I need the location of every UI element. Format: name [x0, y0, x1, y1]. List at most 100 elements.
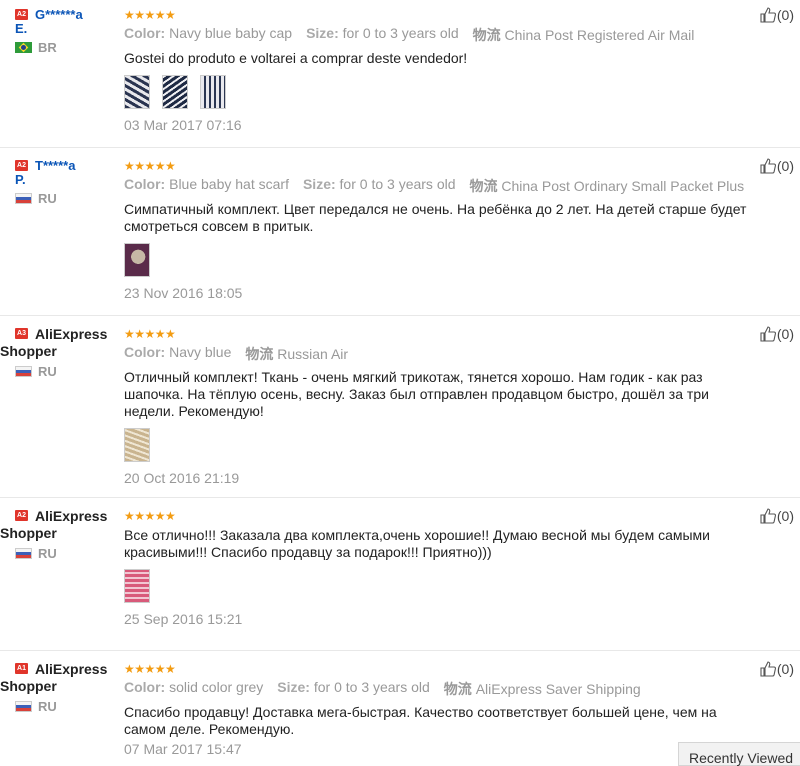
attr-label: Size:	[302, 176, 336, 192]
review-item: A2 T*****a P. RU ★★★★★ Color: Blue baby …	[0, 147, 800, 316]
star-rating: ★★★★★	[124, 159, 176, 173]
review-photo-thumbnail[interactable]	[124, 569, 150, 603]
attr-value: AliExpress Saver Shipping	[475, 681, 641, 697]
review-content: ★★★★★ Color: solid color grey Size: for …	[124, 661, 754, 757]
reviewer-name-rest[interactable]: P.	[15, 173, 125, 187]
review-photo-thumbnail[interactable]	[124, 428, 150, 462]
review-content: ★★★★★ Все отлично!!! Заказала два компле…	[124, 508, 754, 627]
review-photo-thumbnail[interactable]	[162, 75, 188, 109]
attr-value: China Post Registered Air Mail	[504, 27, 695, 43]
buyer-level-badge: A3	[15, 328, 28, 339]
attr-value: for 0 to 3 years old	[342, 25, 459, 41]
thumbs-up-icon	[760, 7, 776, 23]
helpful-count: (0)	[776, 508, 794, 524]
order-attributes: Color: Navy blue 物流 Russian Air	[124, 344, 754, 364]
review-date: 20 Oct 2016 21:19	[124, 470, 240, 486]
review-photo-thumbnail[interactable]	[200, 75, 226, 109]
review-content: ★★★★★ Color: Navy blue baby cap Size: fo…	[124, 7, 754, 133]
review-photos	[124, 75, 754, 109]
star-rating: ★★★★★	[124, 8, 176, 22]
attr-value: China Post Ordinary Small Packet Plus	[501, 178, 745, 194]
attr-label: 物流	[245, 346, 274, 362]
reviewer-info: A1 AliExpress Shopper RU	[0, 661, 125, 714]
helpful-button[interactable]: (0)	[760, 158, 794, 174]
attr-label: Size:	[306, 25, 339, 41]
thumbs-up-icon	[760, 661, 776, 677]
helpful-button[interactable]: (0)	[760, 661, 794, 677]
attr-label: Size:	[277, 679, 310, 695]
brazil-flag-icon	[15, 42, 32, 53]
order-attributes: Color: solid color grey Size: for 0 to 3…	[124, 679, 754, 699]
helpful-button[interactable]: (0)	[760, 7, 794, 23]
attr-label: Color:	[124, 25, 166, 41]
helpful-count: (0)	[776, 7, 794, 23]
thumbs-up-icon	[760, 158, 776, 174]
russia-flag-icon	[15, 548, 32, 559]
attr-value: for 0 to 3 years old	[313, 679, 430, 695]
review-text: Спасибо продавцу! Доставка мега-быстрая.…	[124, 704, 717, 737]
review-date: 23 Nov 2016 18:05	[124, 285, 243, 301]
attr-label: 物流	[472, 27, 501, 43]
country-code: RU	[38, 191, 57, 206]
review-text: Отличный комплект! Ткань - очень мягкий …	[124, 369, 709, 419]
reviewer-info: A2 G******a E. BR	[15, 7, 125, 55]
reviewer-info: A3 AliExpress Shopper RU	[0, 326, 125, 379]
helpful-count: (0)	[776, 326, 794, 342]
buyer-level-badge: A1	[15, 663, 28, 674]
russia-flag-icon	[15, 193, 32, 204]
buyer-level-badge: A2	[15, 9, 28, 20]
attr-label: Color:	[124, 679, 166, 695]
helpful-count: (0)	[776, 158, 794, 174]
attr-label: 物流	[469, 178, 498, 194]
review-text: Симпатичный комплект. Цвет передался не …	[124, 201, 747, 234]
reviewer-country: RU	[15, 191, 125, 206]
review-item: A3 AliExpress Shopper RU ★★★★★ Color: Na…	[0, 315, 800, 498]
country-code: BR	[38, 40, 57, 55]
reviewer-country: BR	[15, 40, 125, 55]
review-photo-thumbnail[interactable]	[124, 243, 150, 277]
attr-value: Blue baby hat scarf	[169, 176, 289, 192]
review-photos	[124, 428, 754, 462]
helpful-button[interactable]: (0)	[760, 326, 794, 342]
order-attributes: Color: Navy blue baby cap Size: for 0 to…	[124, 25, 754, 45]
review-date: 03 Mar 2017 07:16	[124, 117, 242, 133]
buyer-level-badge: A2	[15, 160, 28, 171]
reviewer-name-rest: Shopper	[0, 678, 57, 694]
russia-flag-icon	[15, 701, 32, 712]
review-item: A2 AliExpress Shopper RU ★★★★★ Все отлич…	[0, 497, 800, 651]
review-text: Gostei do produto e voltarei a comprar d…	[124, 50, 468, 66]
reviewer-name-rest[interactable]: E.	[15, 22, 125, 36]
reviewer-name-rest: Shopper	[0, 343, 57, 359]
recently-viewed-tab[interactable]: Recently Viewed	[678, 742, 800, 766]
attr-value: for 0 to 3 years old	[339, 176, 456, 192]
attr-label: Color:	[124, 344, 166, 360]
russia-flag-icon	[15, 366, 32, 377]
reviewer-country: RU	[15, 546, 125, 561]
thumbs-up-icon	[760, 508, 776, 524]
attr-value: Navy blue baby cap	[169, 25, 293, 41]
review-date: 25 Sep 2016 15:21	[124, 611, 243, 627]
review-photo-thumbnail[interactable]	[124, 75, 150, 109]
reviewer-name: AliExpress	[35, 508, 108, 524]
buyer-level-badge: A2	[15, 510, 28, 521]
reviewer-name[interactable]: T*****a	[35, 158, 75, 173]
review-photos	[124, 569, 754, 603]
country-code: RU	[38, 364, 57, 379]
review-content: ★★★★★ Color: Navy blue 物流 Russian Air От…	[124, 326, 754, 486]
country-code: RU	[38, 699, 57, 714]
star-rating: ★★★★★	[124, 509, 176, 523]
review-item: A2 G******a E. BR ★★★★★ Color: Navy blue…	[0, 0, 800, 148]
order-attributes: Color: Blue baby hat scarf Size: for 0 t…	[124, 176, 754, 196]
review-text: Все отлично!!! Заказала два комплекта,оч…	[124, 527, 710, 560]
attr-value: solid color grey	[169, 679, 264, 695]
reviewer-name: AliExpress	[35, 661, 108, 677]
reviewer-name: AliExpress	[35, 326, 108, 342]
review-content: ★★★★★ Color: Blue baby hat scarf Size: f…	[124, 158, 754, 301]
attr-value: Navy blue	[169, 344, 232, 360]
reviewer-name[interactable]: G******a	[35, 7, 83, 22]
review-photos	[124, 243, 754, 277]
reviewer-info: A2 T*****a P. RU	[15, 158, 125, 206]
thumbs-up-icon	[760, 326, 776, 342]
helpful-button[interactable]: (0)	[760, 508, 794, 524]
attr-label: Color:	[124, 176, 166, 192]
